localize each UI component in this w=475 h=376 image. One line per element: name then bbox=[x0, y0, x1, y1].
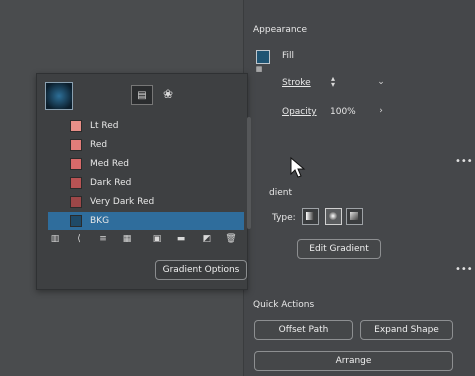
fill-label: Fill bbox=[282, 51, 295, 61]
appearance-title: Appearance bbox=[253, 25, 308, 35]
gradient-options-button[interactable]: Gradient Options bbox=[155, 260, 247, 280]
list-item[interactable]: Lt Red bbox=[48, 117, 244, 135]
swatch-chip bbox=[70, 158, 82, 170]
swatch-label: Lt Red bbox=[90, 121, 119, 131]
expand-shape-button[interactable]: Expand Shape bbox=[360, 320, 453, 340]
swatch-label: Red bbox=[90, 140, 108, 150]
list-item[interactable]: Dark Red bbox=[48, 174, 244, 192]
linear-gradient-icon bbox=[306, 212, 314, 220]
swatch-chip bbox=[70, 177, 82, 189]
opacity-value[interactable]: 100% bbox=[330, 107, 356, 117]
swatch-label: Med Red bbox=[90, 159, 129, 169]
color-palette-icon[interactable]: ❀ bbox=[158, 85, 178, 103]
show-kinds-icon[interactable]: ⟨ bbox=[72, 233, 86, 245]
grid-icon: ▦ bbox=[255, 65, 263, 73]
swatch-chip bbox=[70, 215, 82, 227]
gradient-title: dient bbox=[269, 188, 292, 198]
color-group-icon[interactable]: ▦ bbox=[120, 233, 134, 245]
list-item-selected[interactable]: BKG bbox=[48, 212, 244, 230]
fill-swatch[interactable] bbox=[256, 50, 270, 64]
chevron-down-icon[interactable]: ⌄ bbox=[376, 77, 386, 87]
trash-icon[interactable]: 🗑 bbox=[224, 233, 238, 245]
offset-path-button[interactable]: Offset Path bbox=[254, 320, 353, 340]
radial-gradient-button[interactable] bbox=[325, 208, 342, 225]
list-item[interactable]: Very Dark Red bbox=[48, 193, 244, 211]
stepper-icon[interactable]: ▴ ▾ bbox=[328, 74, 338, 90]
swatch-chip bbox=[70, 120, 82, 132]
freeform-gradient-icon bbox=[350, 212, 358, 220]
quick-actions-title: Quick Actions bbox=[253, 300, 315, 310]
swatch-chip bbox=[70, 196, 82, 208]
linear-gradient-button[interactable] bbox=[302, 208, 319, 225]
mouse-cursor-icon bbox=[290, 156, 306, 178]
gradient-more-options-icon[interactable]: ••• bbox=[455, 264, 473, 275]
new-color-group-icon[interactable]: ▣ bbox=[150, 233, 164, 245]
type-label: Type: bbox=[272, 213, 296, 223]
chevron-right-icon[interactable]: › bbox=[376, 106, 386, 116]
folder-icon[interactable]: ▬ bbox=[174, 233, 188, 245]
swatch-label: Dark Red bbox=[90, 178, 132, 188]
swatch-label: BKG bbox=[90, 216, 110, 226]
list-item[interactable]: Med Red bbox=[48, 155, 244, 173]
swatch-libraries-icon[interactable]: ▤ bbox=[131, 85, 153, 105]
swatch-label: Very Dark Red bbox=[90, 197, 155, 207]
scrollbar[interactable] bbox=[247, 117, 251, 229]
selected-swatch-preview[interactable] bbox=[45, 82, 73, 110]
freeform-gradient-button[interactable] bbox=[346, 208, 363, 225]
radial-gradient-icon bbox=[329, 212, 337, 220]
arrange-button[interactable]: Arrange bbox=[254, 351, 453, 371]
stroke-label[interactable]: Stroke bbox=[282, 78, 311, 88]
more-options-icon[interactable]: ••• bbox=[455, 156, 473, 167]
swatch-chip bbox=[70, 139, 82, 151]
library-icon[interactable]: ▥ bbox=[48, 233, 62, 245]
new-swatch-icon[interactable]: ◩ bbox=[200, 233, 214, 245]
edit-gradient-button[interactable]: Edit Gradient bbox=[297, 239, 381, 259]
list-item[interactable]: Red bbox=[48, 136, 244, 154]
opacity-label[interactable]: Opacity bbox=[282, 107, 317, 117]
swatch-options-icon[interactable]: ≡ bbox=[96, 233, 110, 245]
